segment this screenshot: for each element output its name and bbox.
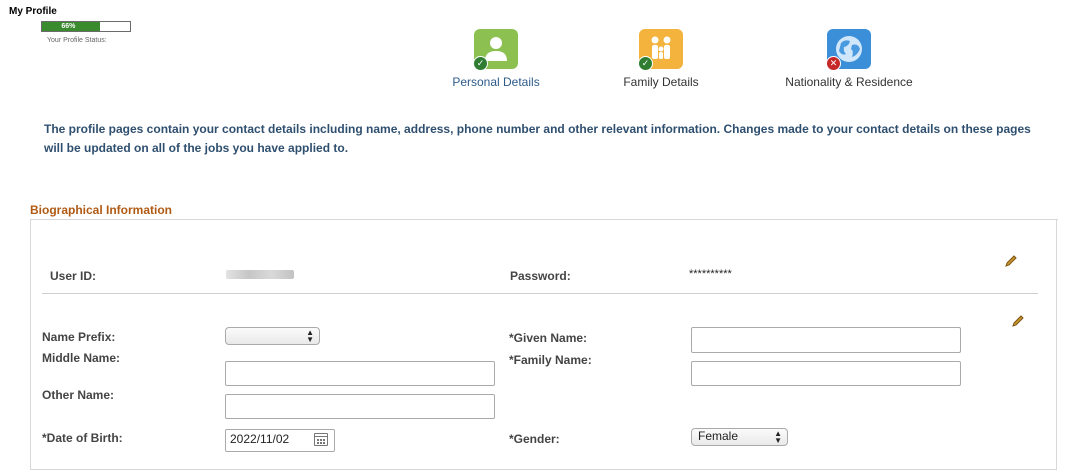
progress-percent: 66% [61, 23, 76, 30]
step-label: Nationality & Residence [785, 75, 913, 89]
person-icon: ✓ [473, 29, 518, 71]
given-name-input[interactable] [691, 327, 961, 353]
select-arrows-icon: ▲ ▼ [774, 429, 782, 445]
complete-check-icon: ✓ [473, 56, 488, 71]
edit-pencil-icon[interactable] [1011, 314, 1025, 331]
step-label: Personal Details [452, 75, 540, 89]
gender-value: Female [698, 429, 739, 443]
row-divider [42, 293, 1038, 294]
user-id-label: User ID: [50, 269, 97, 283]
date-of-birth-label: *Date of Birth: [42, 431, 123, 445]
given-name-label: *Given Name: [509, 331, 588, 345]
incomplete-x-icon: ✕ [826, 56, 841, 71]
step-personal-details[interactable]: ✓ Personal Details [401, 29, 591, 89]
gender-label: *Gender: [509, 432, 560, 446]
middle-name-label: Middle Name: [42, 351, 121, 365]
calendar-icon[interactable] [314, 433, 328, 446]
intro-text: The profile pages contain your contact d… [44, 122, 1031, 155]
date-of-birth-input[interactable]: 2022/11/02 [225, 429, 335, 452]
step-label: Family Details [623, 75, 699, 89]
complete-check-icon: ✓ [638, 56, 653, 71]
password-value: ********** [689, 268, 732, 280]
date-of-birth-value: 2022/11/02 [230, 432, 290, 446]
select-arrows-icon: ▲ ▼ [306, 328, 314, 344]
edit-pencil-icon[interactable] [1004, 254, 1018, 271]
other-name-label: Other Name: [42, 388, 115, 402]
profile-status-caption: Your Profile Status: [47, 37, 107, 44]
section-title: Biographical Information [30, 203, 173, 217]
other-name-input[interactable] [225, 394, 495, 419]
name-prefix-label: Name Prefix: [42, 330, 116, 344]
middle-name-input[interactable] [225, 361, 495, 386]
gender-select[interactable]: Female ▲ ▼ [691, 428, 788, 446]
family-name-label: *Family Name: [509, 353, 592, 367]
page-title: My Profile [9, 6, 57, 17]
family-icon: ✓ [638, 29, 683, 71]
step-family-details[interactable]: ✓ Family Details [566, 29, 756, 89]
password-label: Password: [510, 269, 571, 283]
user-id-value-redacted [226, 270, 294, 279]
name-prefix-select[interactable]: ▲ ▼ [225, 327, 320, 345]
globe-icon: ✕ [826, 29, 871, 71]
step-nationality-residence[interactable]: ✕ Nationality & Residence [754, 29, 944, 89]
family-name-input[interactable] [691, 361, 961, 386]
profile-progress-bar: 66% [41, 21, 131, 32]
